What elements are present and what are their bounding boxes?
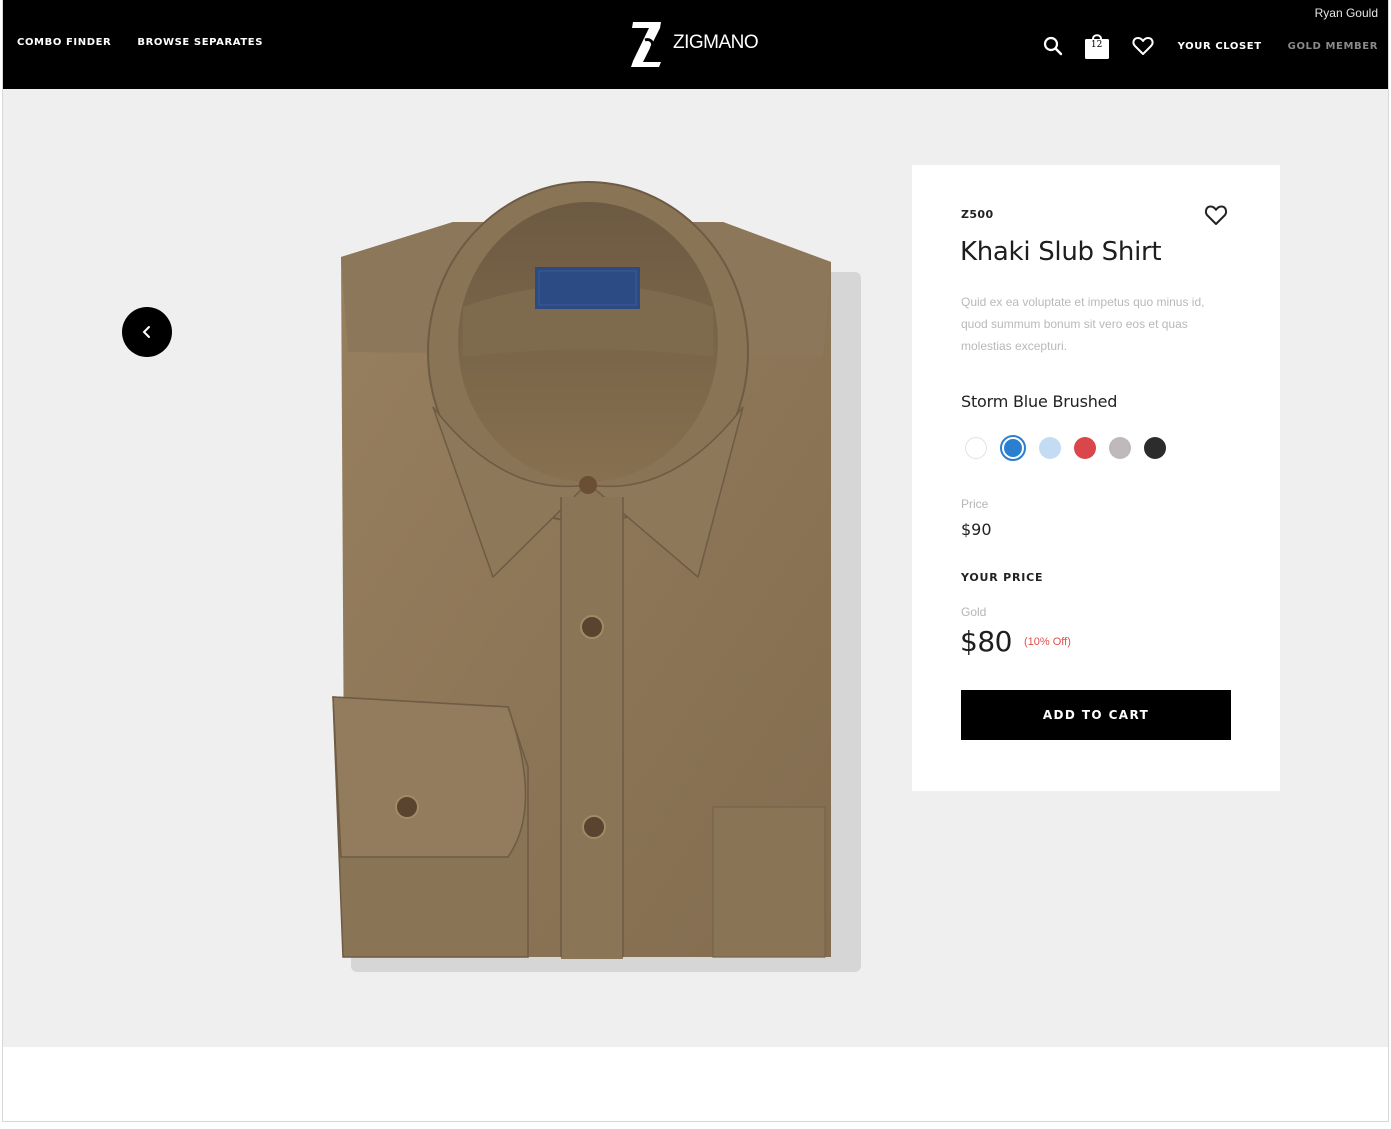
heart-outline-icon xyxy=(1204,205,1228,225)
swatch-gray[interactable] xyxy=(1109,437,1131,459)
brand-logo[interactable]: ZIGMANO xyxy=(627,18,759,68)
heart-icon[interactable] xyxy=(1130,33,1156,59)
nav-gold-member[interactable]: GOLD MEMBER xyxy=(1288,41,1378,52)
brand-name: ZIGMANO xyxy=(673,32,759,53)
member-tier-label: Gold xyxy=(961,605,987,619)
chevron-left-icon xyxy=(142,326,150,338)
primary-nav: COMBO FINDER BROWSE SEPARATES xyxy=(17,37,263,48)
price-label: Price xyxy=(961,497,989,511)
top-navigation: COMBO FINDER BROWSE SEPARATES ZIGMANO Ry… xyxy=(3,0,1388,89)
product-title: Khaki Slub Shirt xyxy=(960,237,1162,267)
search-icon[interactable] xyxy=(1040,33,1066,59)
nav-your-closet[interactable]: YOUR CLOSET xyxy=(1178,41,1262,52)
product-description: Quid ex ea voluptate et impetus quo minu… xyxy=(961,295,1205,353)
user-name[interactable]: Ryan Gould xyxy=(1315,6,1378,20)
nav-combo-finder[interactable]: COMBO FINDER xyxy=(17,37,111,48)
color-swatches xyxy=(965,435,1166,461)
page-frame: COMBO FINDER BROWSE SEPARATES ZIGMANO Ry… xyxy=(2,0,1389,1122)
zigmano-z-icon xyxy=(631,22,661,67)
add-to-cart-button[interactable]: ADD TO CART xyxy=(961,690,1231,740)
your-price-heading: YOUR PRICE xyxy=(961,571,1044,584)
product-hero: Z500 Khaki Slub Shirt Quid ex ea volupta… xyxy=(3,89,1388,1047)
cart-count-badge: 12 xyxy=(1090,40,1103,50)
utility-nav: 12 YOUR CLOSET GOLD MEMBER xyxy=(1040,31,1378,61)
product-details-card: Z500 Khaki Slub Shirt Quid ex ea volupta… xyxy=(912,165,1280,791)
swatch-storm-blue[interactable] xyxy=(1000,435,1026,461)
swatch-red[interactable] xyxy=(1074,437,1096,459)
nav-browse-separates[interactable]: BROWSE SEPARATES xyxy=(137,37,263,48)
swatch-light-blue[interactable] xyxy=(1039,437,1061,459)
member-price: $80 xyxy=(960,625,1012,658)
swatch-white[interactable] xyxy=(965,437,987,459)
regular-price: $90 xyxy=(961,520,992,539)
product-image xyxy=(332,181,861,972)
discount-badge: (10% Off) xyxy=(1024,636,1071,648)
previous-image-button[interactable] xyxy=(122,307,172,357)
swatch-charcoal[interactable] xyxy=(1144,437,1166,459)
add-to-wishlist-button[interactable] xyxy=(1202,201,1230,229)
shopping-bag-icon[interactable]: 12 xyxy=(1082,31,1112,61)
product-sku: Z500 xyxy=(961,208,994,221)
selected-color-name: Storm Blue Brushed xyxy=(961,392,1118,411)
